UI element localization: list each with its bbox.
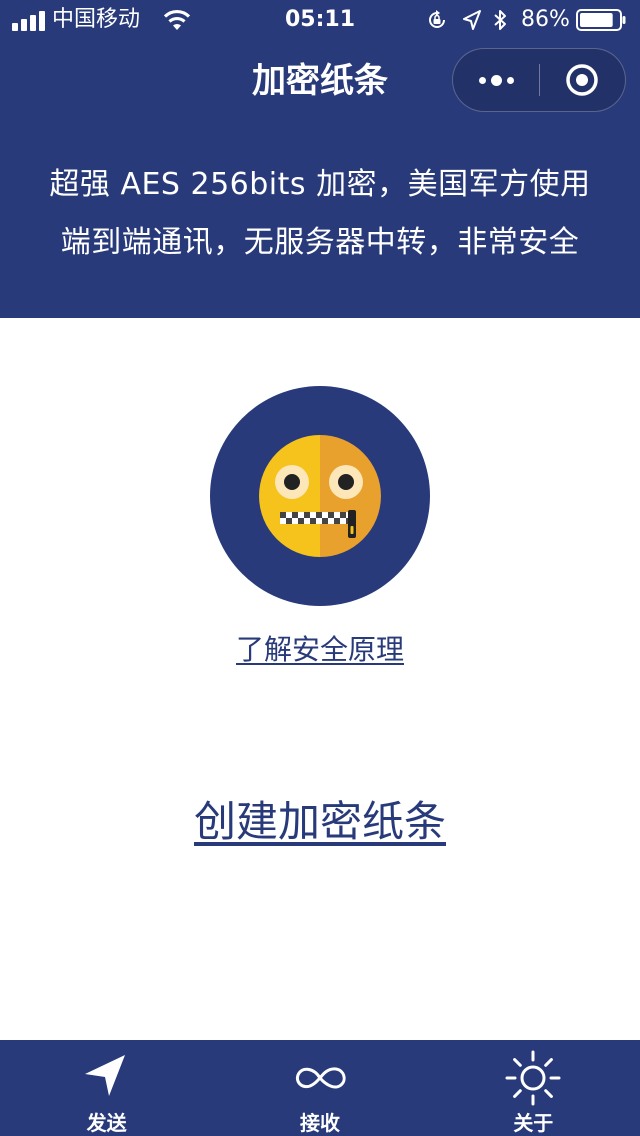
more-dot-icon bbox=[507, 76, 514, 84]
create-note-link[interactable]: 创建加密纸条 bbox=[0, 792, 640, 852]
battery-icon bbox=[576, 9, 626, 31]
bluetooth-icon bbox=[494, 10, 506, 30]
more-dot-icon bbox=[479, 76, 486, 84]
create-note-link-label: 创建加密纸条 bbox=[193, 797, 446, 846]
intro-line-1: 超强 AES 256bits 加密，美国军方使用 bbox=[49, 167, 591, 202]
tab-send[interactable]: 发送 bbox=[0, 1040, 213, 1136]
header-panel: 中国移动 05:11 86% 加密纸条 超强 AES 256bits 加密，美国… bbox=[0, 0, 640, 318]
learn-security-link-label: 了解安全原理 bbox=[235, 633, 404, 666]
tab-about-label: 关于 bbox=[513, 1111, 554, 1135]
intro-text: 超强 AES 256bits 加密，美国军方使用 端到端通讯，无服务器中转，非常… bbox=[0, 156, 640, 272]
zipper-mouth-face-icon bbox=[210, 386, 430, 606]
tab-receive[interactable]: 接收 bbox=[213, 1040, 426, 1136]
battery-percent: 86% bbox=[521, 7, 570, 32]
status-bar: 中国移动 05:11 86% bbox=[0, 0, 640, 40]
more-menu-button[interactable] bbox=[453, 49, 540, 111]
tab-about[interactable]: 关于 bbox=[427, 1040, 640, 1136]
intro-line-2: 端到端通讯，无服务器中转，非常安全 bbox=[60, 225, 580, 260]
close-mini-program-button[interactable] bbox=[540, 49, 626, 111]
mini-program-capsule bbox=[452, 48, 626, 112]
rotation-lock-icon bbox=[429, 10, 445, 28]
more-dot-icon bbox=[491, 74, 502, 86]
send-arrow-icon bbox=[84, 1055, 125, 1096]
tab-receive-label: 接收 bbox=[299, 1111, 340, 1135]
target-circle-icon bbox=[566, 64, 598, 96]
tab-bar: 发送 接收 关于 bbox=[0, 1040, 640, 1136]
app-screen: 中国移动 05:11 86% 加密纸条 超强 AES 256bits 加密，美国… bbox=[0, 0, 640, 1136]
location-arrow-icon bbox=[463, 10, 481, 30]
tab-send-label: 发送 bbox=[86, 1111, 127, 1135]
learn-security-link[interactable]: 了解安全原理 bbox=[0, 630, 640, 670]
infinity-icon bbox=[295, 1067, 346, 1089]
sun-icon bbox=[505, 1050, 561, 1106]
